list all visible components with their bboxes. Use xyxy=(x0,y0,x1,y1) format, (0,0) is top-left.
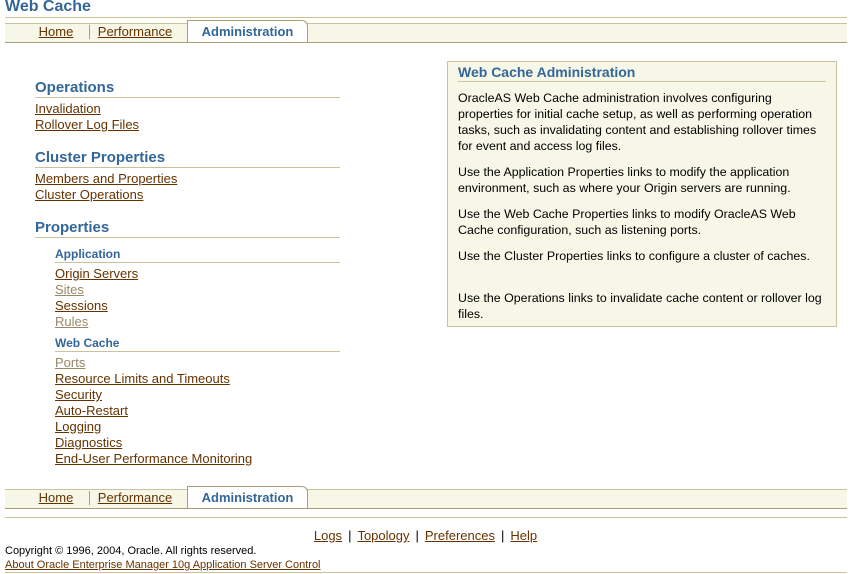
tab-home-link[interactable]: Home xyxy=(39,24,74,39)
logging-link[interactable]: Logging xyxy=(55,419,101,434)
info-paragraph: Use the Operations links to invalidate c… xyxy=(458,291,822,321)
bottom-divider xyxy=(5,572,847,573)
info-paragraph: OracleAS Web Cache administration involv… xyxy=(458,91,817,153)
tab-administration[interactable]: Administration xyxy=(187,486,308,508)
operations-heading: Operations xyxy=(35,79,340,98)
info-paragraph: Use the Application Properties links to … xyxy=(458,165,791,195)
copyright-text: Copyright © 1996, 2004, Oracle. All righ… xyxy=(5,545,257,557)
preferences-link[interactable]: Preferences xyxy=(425,528,495,543)
web-cache-administration-info-box: Web Cache Administration OracleAS Web Ca… xyxy=(447,61,837,327)
rules-link[interactable]: Rules xyxy=(55,314,88,329)
app-title: Web Cache xyxy=(5,0,91,15)
tab-performance[interactable]: Performance xyxy=(93,23,177,41)
resource-limits-link[interactable]: Resource Limits and Timeouts xyxy=(55,371,230,386)
tab-separator xyxy=(89,25,90,39)
footer-separator: | xyxy=(415,528,419,543)
info-paragraph: Use the Web Cache Properties links to mo… xyxy=(458,207,796,237)
properties-heading: Properties xyxy=(35,219,340,238)
ports-link[interactable]: Ports xyxy=(55,355,85,370)
tab-home[interactable]: Home xyxy=(27,489,85,507)
help-link[interactable]: Help xyxy=(510,528,537,543)
top-tab-bar: Home Performance Administration xyxy=(5,20,847,43)
tab-administration[interactable]: Administration xyxy=(187,20,308,42)
bottom-tab-bar: Home Performance Administration xyxy=(5,486,847,509)
diagnostics-link[interactable]: Diagnostics xyxy=(55,435,122,450)
tab-home[interactable]: Home xyxy=(27,23,85,41)
security-link[interactable]: Security xyxy=(55,387,102,402)
footer-separator: | xyxy=(348,528,352,543)
tab-home-link[interactable]: Home xyxy=(39,490,74,505)
cluster-properties-heading: Cluster Properties xyxy=(35,149,340,168)
footer-separator: | xyxy=(500,528,505,543)
end-user-performance-monitoring-link[interactable]: End-User Performance Monitoring xyxy=(55,451,252,466)
tab-performance-link[interactable]: Performance xyxy=(98,490,172,505)
origin-servers-link[interactable]: Origin Servers xyxy=(55,266,138,281)
title-divider xyxy=(5,17,847,18)
tab-performance-link[interactable]: Performance xyxy=(98,24,172,39)
rollover-log-files-link[interactable]: Rollover Log Files xyxy=(35,117,139,132)
members-and-properties-link[interactable]: Members and Properties xyxy=(35,171,177,186)
topology-link[interactable]: Topology xyxy=(357,528,409,543)
info-box-title: Web Cache Administration xyxy=(458,64,826,82)
sessions-link[interactable]: Sessions xyxy=(55,298,108,313)
auto-restart-link[interactable]: Auto-Restart xyxy=(55,403,128,418)
footer-divider xyxy=(5,517,847,518)
footer-links: Logs | Topology | Preferences | Help xyxy=(0,528,851,543)
web-cache-subheading: Web Cache xyxy=(55,336,340,352)
invalidation-link[interactable]: Invalidation xyxy=(35,101,101,116)
logs-link[interactable]: Logs xyxy=(314,528,342,543)
tab-performance[interactable]: Performance xyxy=(93,489,177,507)
application-subheading: Application xyxy=(55,247,340,263)
cluster-operations-link[interactable]: Cluster Operations xyxy=(35,187,143,202)
sites-link[interactable]: Sites xyxy=(55,282,84,297)
tab-separator xyxy=(89,491,90,505)
info-paragraph: Use the Cluster Properties links to conf… xyxy=(458,249,810,263)
about-link[interactable]: About Oracle Enterprise Manager 10g Appl… xyxy=(5,559,321,571)
